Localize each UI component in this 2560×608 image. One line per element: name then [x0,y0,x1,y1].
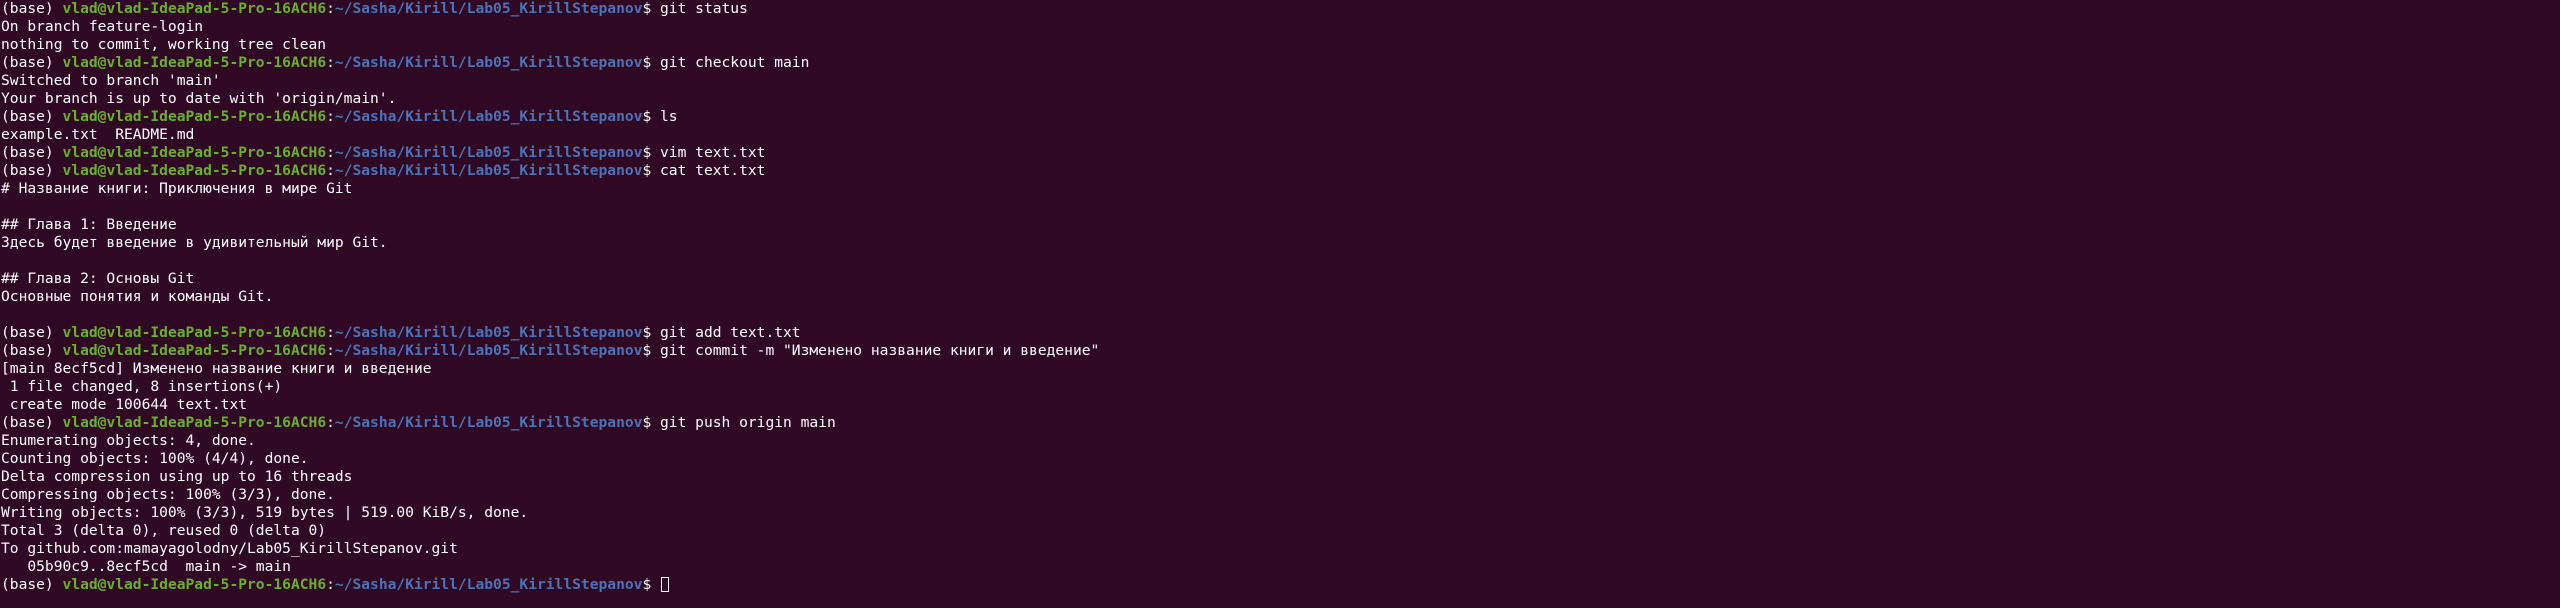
working-directory: ~/Sasha/Kirill/Lab05_KirillStepanov [334,576,643,593]
command-text: cat text.txt [660,162,766,179]
user-host: vlad@vlad-IdeaPad-5-Pro-16ACH6 [62,342,327,359]
terminal-cursor [661,577,670,592]
prompt-colon: : [326,324,335,341]
prompt-colon: : [326,414,335,431]
prompt-dollar: $ [642,342,661,359]
command-text: ls [660,108,678,125]
conda-env: (base) [1,576,63,593]
conda-env: (base) [1,414,63,431]
prompt-dollar: $ [642,414,661,431]
user-host: vlad@vlad-IdeaPad-5-Pro-16ACH6 [62,0,327,17]
prompt-line: (base) vlad@vlad-IdeaPad-5-Pro-16ACH6:~/… [1,0,2560,18]
working-directory: ~/Sasha/Kirill/Lab05_KirillStepanov [334,342,643,359]
prompt-dollar: $ [642,108,661,125]
output-line: # Название книги: Приключения в мире Git [1,180,353,197]
output-line: Здесь будет введение в удивительный мир … [1,234,388,251]
prompt-line: (base) vlad@vlad-IdeaPad-5-Pro-16ACH6:~/… [1,54,2560,72]
output-line: 1 file changed, 8 insertions(+) [1,378,283,395]
conda-env: (base) [1,108,63,125]
prompt-colon: : [326,54,335,71]
prompt-colon: : [326,342,335,359]
command-text: git status [660,0,748,17]
user-host: vlad@vlad-IdeaPad-5-Pro-16ACH6 [62,54,327,71]
prompt-dollar: $ [642,324,661,341]
prompt-dollar: $ [642,54,661,71]
working-directory: ~/Sasha/Kirill/Lab05_KirillStepanov [334,162,643,179]
command-text: git add text.txt [660,324,801,341]
output-line: On branch feature-login [1,18,204,35]
conda-env: (base) [1,342,63,359]
conda-env: (base) [1,0,63,17]
prompt-line: (base) vlad@vlad-IdeaPad-5-Pro-16ACH6:~/… [1,576,2560,594]
output-line: ## Глава 2: Основы Git [1,270,195,287]
user-host: vlad@vlad-IdeaPad-5-Pro-16ACH6 [62,414,327,431]
output-line: Writing objects: 100% (3/3), 519 bytes |… [1,504,529,521]
prompt-line: (base) vlad@vlad-IdeaPad-5-Pro-16ACH6:~/… [1,324,2560,342]
output-line: [main 8ecf5cd] Изменено название книги и… [1,360,432,377]
scrollbar[interactable] [2554,0,2560,608]
output-line: To github.com:mamayagolodny/Lab05_Kirill… [1,540,458,557]
working-directory: ~/Sasha/Kirill/Lab05_KirillStepanov [334,414,643,431]
conda-env: (base) [1,162,63,179]
output-line: Delta compression using up to 16 threads [1,468,353,485]
conda-env: (base) [1,54,63,71]
user-host: vlad@vlad-IdeaPad-5-Pro-16ACH6 [62,108,327,125]
output-line: example.txt README.md [1,126,195,143]
conda-env: (base) [1,144,63,161]
prompt-colon: : [326,144,335,161]
user-host: vlad@vlad-IdeaPad-5-Pro-16ACH6 [62,162,327,179]
user-host: vlad@vlad-IdeaPad-5-Pro-16ACH6 [62,324,327,341]
prompt-dollar: $ [642,576,661,593]
prompt-line: (base) vlad@vlad-IdeaPad-5-Pro-16ACH6:~/… [1,342,2560,360]
output-line: Counting objects: 100% (4/4), done. [1,450,309,467]
command-text: git checkout main [660,54,810,71]
output-line: Enumerating objects: 4, done. [1,432,256,449]
working-directory: ~/Sasha/Kirill/Lab05_KirillStepanov [334,144,643,161]
terminal-output: (base) vlad@vlad-IdeaPad-5-Pro-16ACH6:~/… [1,0,2560,594]
working-directory: ~/Sasha/Kirill/Lab05_KirillStepanov [334,0,643,17]
working-directory: ~/Sasha/Kirill/Lab05_KirillStepanov [334,324,643,341]
prompt-colon: : [326,108,335,125]
output-line: 05b90c9..8ecf5cd main -> main [1,558,291,575]
working-directory: ~/Sasha/Kirill/Lab05_KirillStepanov [334,108,643,125]
output-line: Total 3 (delta 0), reused 0 (delta 0) [1,522,327,539]
prompt-dollar: $ [642,0,661,17]
prompt-line: (base) vlad@vlad-IdeaPad-5-Pro-16ACH6:~/… [1,414,2560,432]
prompt-line: (base) vlad@vlad-IdeaPad-5-Pro-16ACH6:~/… [1,144,2560,162]
user-host: vlad@vlad-IdeaPad-5-Pro-16ACH6 [62,144,327,161]
prompt-dollar: $ [642,144,661,161]
terminal-window[interactable]: (base) vlad@vlad-IdeaPad-5-Pro-16ACH6:~/… [0,0,2560,608]
command-text: git push origin main [660,414,836,431]
prompt-line: (base) vlad@vlad-IdeaPad-5-Pro-16ACH6:~/… [1,162,2560,180]
prompt-dollar: $ [642,162,661,179]
output-line: Switched to branch 'main' [1,72,221,89]
prompt-line: (base) vlad@vlad-IdeaPad-5-Pro-16ACH6:~/… [1,108,2560,126]
output-line: ## Глава 1: Введение [1,216,177,233]
user-host: vlad@vlad-IdeaPad-5-Pro-16ACH6 [62,576,327,593]
command-text: git commit -m "Изменено название книги и… [660,342,1100,359]
output-line: Compressing objects: 100% (3/3), done. [1,486,335,503]
prompt-colon: : [326,162,335,179]
output-line: create mode 100644 text.txt [1,396,248,413]
conda-env: (base) [1,324,63,341]
working-directory: ~/Sasha/Kirill/Lab05_KirillStepanov [334,54,643,71]
prompt-colon: : [326,576,335,593]
command-text: vim text.txt [660,144,766,161]
output-line: nothing to commit, working tree clean [1,36,327,53]
prompt-colon: : [326,0,335,17]
output-line: Your branch is up to date with 'origin/m… [1,90,397,107]
output-line: Основные понятия и команды Git. [1,288,274,305]
